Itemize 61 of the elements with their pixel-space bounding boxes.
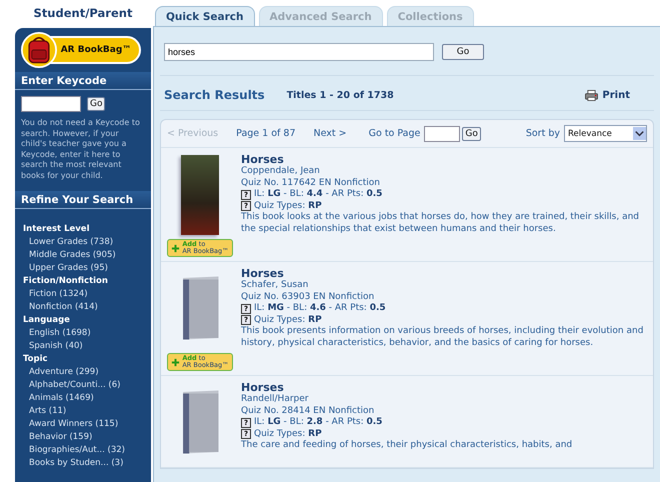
section-title: Student/Parent [32, 5, 134, 22]
results-title: Search Results [164, 88, 265, 102]
book-author: Randell/Harper [241, 394, 310, 406]
book-description: This book looks at the various jobs that horses do, how they are trained, their skills, and the special relationships that exist between humans and their horses. [241, 212, 640, 235]
quiz-number: Quiz No. 117642 EN Nonfiction [241, 178, 381, 189]
keycode-field[interactable] [21, 96, 81, 112]
go-to-page-label: Go to Page [368, 128, 420, 139]
go-button[interactable]: Go [462, 126, 481, 140]
filter-link[interactable]: Arts (11) [23, 405, 151, 418]
filter-link[interactable]: Behavior (159) [23, 431, 151, 444]
filter-group-title: Topic [23, 353, 49, 366]
sort-label: Sort by [526, 128, 560, 139]
quiz-types: Quiz Types: RP [254, 314, 322, 326]
filter-link[interactable]: Biographies/Aut... (32) [23, 444, 151, 457]
filter-link[interactable]: Adventure (299) [23, 366, 151, 379]
quiz-types: Quiz Types: RP [254, 428, 322, 440]
book-levels: IL: LG - BL: 2.8 - AR Pts: 0.5 [254, 417, 382, 428]
book-levels: IL: MG - BL: 4.6 - AR Pts: 0.5 [254, 303, 386, 314]
book-description: The care and feeding of horses, their physical characteristics, habits, and [241, 440, 574, 452]
next-link[interactable]: Next > [314, 128, 347, 139]
filter-link[interactable]: Nonfiction (414) [23, 301, 151, 314]
filter-link[interactable]: Middle Grades (905) [23, 249, 151, 262]
search-field[interactable]: horses [164, 43, 434, 61]
plus-icon [171, 358, 180, 366]
book-title-link[interactable]: Horses [241, 153, 647, 166]
filter-group-title: Fiction/Nonfiction [23, 275, 109, 288]
filter-link[interactable]: Spanish (40) [23, 340, 151, 353]
printer-icon [585, 90, 598, 100]
filter-link[interactable]: Upper Grades (95) [23, 262, 151, 275]
book-description: This book presents information on various breeds of horses, including their evolution and history, physical characteristics, behavior, and the basics of caring for horses. [241, 326, 644, 349]
filter-link[interactable]: Lower Grades (738) [23, 236, 151, 249]
backpack-icon [20, 32, 57, 68]
results-count: Titles 1 - 20 of 1738 [286, 90, 394, 100]
book-title-link[interactable]: Horses [241, 267, 647, 280]
filter-link[interactable]: English (1698) [23, 327, 151, 340]
quiz-number: Quiz No. 63903 EN Nonfiction [241, 292, 376, 303]
filter-link[interactable]: Award Winners (115) [23, 418, 151, 431]
book-title-link[interactable]: Horses [241, 381, 647, 394]
filter-link[interactable]: Fiction (1324) [23, 288, 151, 301]
keycode-help-text: You do not need a Keycode to search. However, if your child's teacher gave you a Keycode, enter it here to search the most relevant books for your child. [21, 118, 141, 181]
keycode-title: Enter Keycode [15, 72, 151, 90]
print-button[interactable]: Print [585, 90, 630, 100]
page-indicator: Page 1 of 87 [236, 128, 296, 139]
sort-dropdown[interactable]: Relevance [564, 125, 647, 142]
go-button[interactable]: Go [87, 97, 106, 111]
quiz-number: Quiz No. 28414 EN Nonfiction [241, 406, 376, 417]
filter-link[interactable]: Animals (1469) [23, 392, 151, 405]
book-levels: IL: LG - BL: 4.4 - AR Pts: 0.5 [254, 189, 382, 200]
filter-group-title: Interest Level [23, 223, 90, 236]
book-author: Coppendale, Jean [241, 166, 321, 178]
page-field[interactable] [424, 126, 460, 142]
caret-icon [633, 127, 646, 140]
filter-link[interactable]: Alphabet/Counti... (6) [23, 379, 151, 392]
quiz-types: Quiz Types: RP [254, 200, 322, 212]
search-button[interactable]: Go [442, 44, 484, 60]
book-author: Schafer, Susan [241, 280, 310, 292]
plus-icon [171, 244, 180, 252]
filter-link[interactable]: Books by Studen... (3) [23, 457, 151, 470]
tab[interactable]: Quick Search [155, 6, 255, 26]
refine-title: Refine Your Search [15, 191, 151, 209]
filter-group-title: Language [23, 314, 71, 327]
